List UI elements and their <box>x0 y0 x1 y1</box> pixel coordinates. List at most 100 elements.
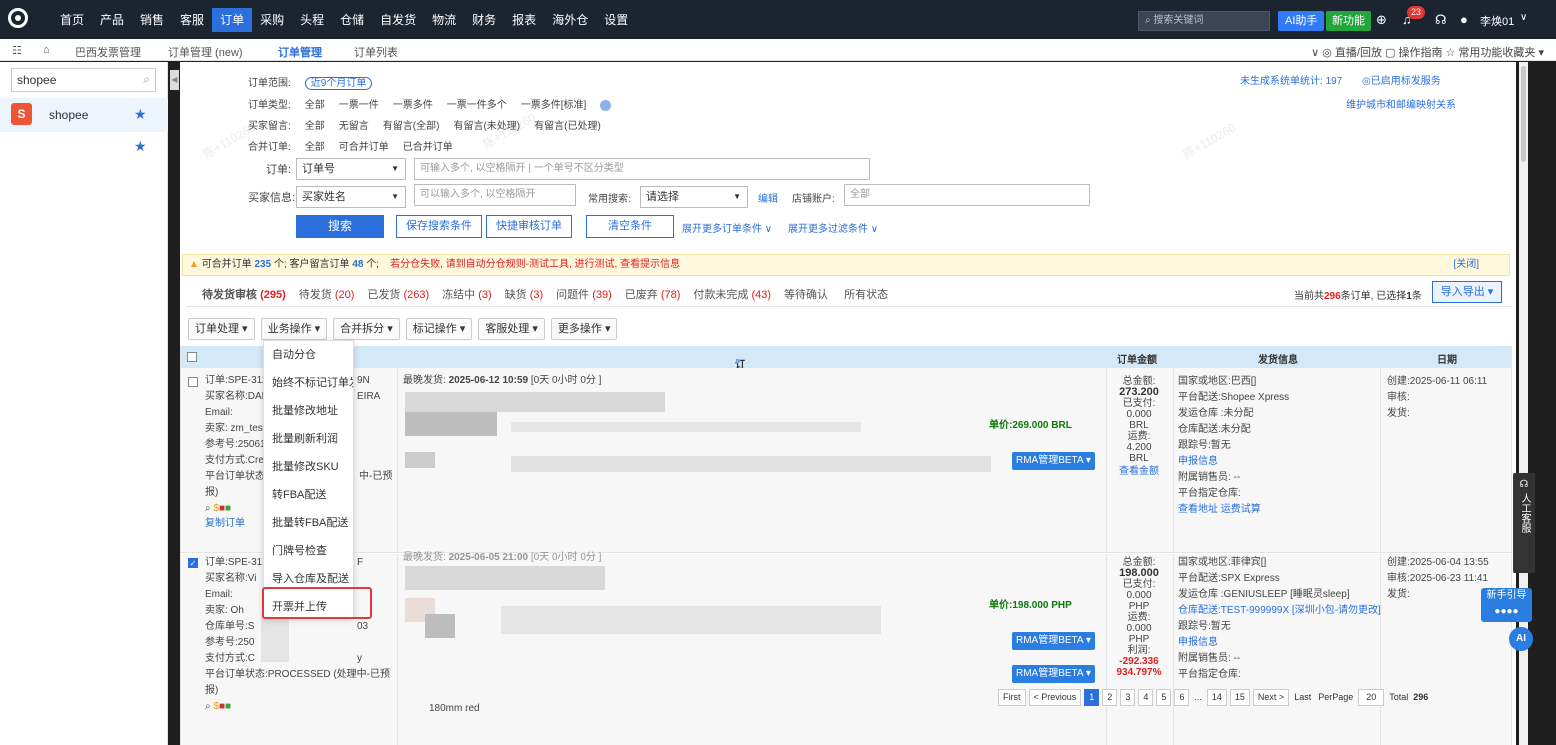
pager-page[interactable]: 3 <box>1120 689 1136 706</box>
search-icon[interactable]: ⌕ <box>143 72 150 87</box>
user-name[interactable]: 李焕01 <box>1480 13 1514 29</box>
menu-item[interactable]: 设置 <box>596 8 636 32</box>
merge-option[interactable]: 已合并订单 <box>403 142 453 153</box>
dropdown-item[interactable]: 门牌号检查 <box>264 537 353 565</box>
dropdown-item[interactable]: 自动分仓 <box>264 341 353 369</box>
msg-option[interactable]: 无留言 <box>339 121 369 132</box>
store-item-shopee[interactable]: S shopee ★ <box>0 98 168 132</box>
dropdown-item[interactable]: 转FBA配送 <box>264 481 353 509</box>
headset-icon[interactable]: ☊ <box>1435 12 1447 28</box>
rma-manage-button[interactable]: RMA管理BETA ▾ <box>1012 665 1095 683</box>
pager-perpage-input[interactable]: 20 <box>1358 689 1385 706</box>
menu-item[interactable]: 自发货 <box>372 8 424 32</box>
pager-last[interactable]: Last <box>1292 690 1313 707</box>
clear-conditions-button[interactable]: 清空条件 <box>586 215 674 238</box>
menu-item[interactable]: 产品 <box>92 8 132 32</box>
status-tab[interactable]: 缺货 (3) <box>505 289 544 301</box>
more-ops-button[interactable]: 更多操作 ▾ <box>550 318 618 340</box>
dropdown-item[interactable]: 始终不标记订单发 <box>264 369 353 397</box>
more-order-conditions-link[interactable]: 展开更多订单条件 ∨ <box>682 220 772 235</box>
menu-item[interactable]: 订单 <box>212 8 253 32</box>
sidebar-collapse-button[interactable]: ◀ <box>170 70 179 90</box>
dropdown-item[interactable]: 批量转FBA配送 <box>264 509 353 537</box>
menu-item[interactable]: 报表 <box>504 8 544 32</box>
msg-option[interactable]: 有留言(已处理) <box>534 121 601 132</box>
quick-review-button[interactable]: 快捷审核订单 <box>486 215 572 238</box>
status-tab[interactable]: 冻结中 (3) <box>442 289 492 301</box>
close-warning-button[interactable]: [关闭] <box>1453 255 1479 275</box>
merge-split-button[interactable]: 合并拆分 ▾ <box>333 318 400 340</box>
status-tab[interactable]: 等待确认 <box>784 289 831 301</box>
pager-page[interactable]: 6 <box>1174 689 1190 706</box>
menu-item[interactable]: 财务 <box>464 8 504 32</box>
scrollbar-thumb[interactable] <box>1521 66 1526 162</box>
city-zip-mapping-link[interactable]: 维护城市和邮编映射关系 <box>1346 96 1456 111</box>
row-checkbox[interactable] <box>188 377 198 387</box>
tab-order-list[interactable]: 订单列表 <box>354 44 398 60</box>
status-tab[interactable]: 已发货 (263) <box>367 289 429 301</box>
unsynced-stat[interactable]: 未生成系统单统计: 197 <box>1240 72 1342 87</box>
search-icon[interactable]: ⌕ <box>205 503 211 514</box>
order-processing-button[interactable]: 订单处理 ▾ <box>188 318 255 340</box>
amount-line[interactable]: 查看金额 <box>1106 466 1172 477</box>
customer-service-button[interactable]: ☊ 人工客服 <box>1513 473 1535 573</box>
ai-float-button[interactable]: AI <box>1509 627 1533 651</box>
pager-page[interactable]: 1 <box>1084 689 1100 706</box>
row-checkbox-checked[interactable]: ✓ <box>188 558 198 568</box>
more-filter-conditions-link[interactable]: 展开更多过滤条件 ∨ <box>788 220 878 235</box>
store-account-input[interactable]: 全部 <box>844 184 1090 206</box>
tab-order-new[interactable]: 订单管理 (new) <box>168 44 243 60</box>
cs-handling-button[interactable]: 客服处理 ▾ <box>478 318 545 340</box>
download-icon[interactable]: ⊕ <box>1376 12 1387 28</box>
home-icon[interactable]: ⌂ <box>43 44 50 56</box>
pager-next[interactable]: Next > <box>1252 689 1290 706</box>
copy-order-link[interactable]: 复制订单 <box>205 516 245 532</box>
pager-first[interactable]: First <box>998 689 1026 706</box>
global-search-input[interactable]: ⌕ 搜索关键词 <box>1138 11 1270 31</box>
app-logo-icon[interactable] <box>8 8 28 28</box>
type-option[interactable]: 一票一件 <box>339 100 379 111</box>
business-ops-button[interactable]: 业务操作 ▾ <box>260 318 328 340</box>
status-tab[interactable]: 付款未完成 (43) <box>693 289 771 301</box>
pager-page[interactable]: 5 <box>1156 689 1172 706</box>
subbar-right-links[interactable]: ∨ ◎ 直播/回放 ▢ 操作指南 ☆ 常用功能收藏夹 ▾ <box>1311 44 1544 60</box>
order-type-select[interactable]: 订单号 ▼ <box>296 158 406 180</box>
row-action-icons[interactable]: ⌕ $■■ <box>205 699 231 715</box>
menu-item[interactable]: 采购 <box>252 8 292 32</box>
mark-ops-button[interactable]: 标记操作 ▾ <box>405 318 473 340</box>
tag-icon[interactable]: ■ <box>225 701 231 712</box>
menu-item[interactable]: 客服 <box>172 8 212 32</box>
range-option[interactable]: 近9个月订单 <box>304 77 373 90</box>
common-search-select[interactable]: 请选择 ▼ <box>640 186 748 208</box>
msg-option[interactable]: 有留言(全部) <box>383 121 440 132</box>
tag-icon[interactable]: ■ <box>225 503 231 514</box>
dropdown-item[interactable]: 批量修改地址 <box>264 397 353 425</box>
ai-assistant-button[interactable]: AI助手 <box>1278 11 1325 31</box>
service-enabled[interactable]: ◎已启用标发服务 <box>1362 72 1441 87</box>
dropdown-item[interactable]: 批量修改SKU <box>264 453 353 481</box>
save-search-button[interactable]: 保存搜索条件 <box>396 215 482 238</box>
store-search-input[interactable]: shopee ⌕ <box>11 68 156 92</box>
merge-option[interactable]: 全部 <box>305 142 325 153</box>
pager-page[interactable]: 4 <box>1138 689 1154 706</box>
table-row[interactable]: 订单:SPE-311 买家名称:DAN Email: 卖家: zm_test 参考号:2… <box>181 368 1511 553</box>
star-icon[interactable]: ★ <box>134 106 147 123</box>
avatar-icon[interactable]: ● <box>1460 12 1468 27</box>
apps-grid-icon[interactable]: ☷ <box>12 44 22 57</box>
search-button[interactable]: 搜索 <box>296 215 384 238</box>
type-option[interactable]: 一票多件 <box>393 100 433 111</box>
pager-page[interactable]: 2 <box>1102 689 1118 706</box>
new-features-button[interactable]: 新功能 <box>1326 11 1371 31</box>
select-all-checkbox[interactable] <box>187 352 197 362</box>
status-tab[interactable]: 已废弃 (78) <box>625 289 681 301</box>
type-option[interactable]: 一票一件多个 <box>447 100 507 111</box>
menu-item[interactable]: 首页 <box>52 8 92 32</box>
status-tab[interactable]: 所有状态 <box>844 289 888 301</box>
merge-option[interactable]: 可合并订单 <box>339 142 389 153</box>
order-number-input[interactable]: 可输入多个, 以空格隔开 | 一个单号不区分类型 <box>414 158 870 180</box>
dropdown-item[interactable]: 批量刷新利润 <box>264 425 353 453</box>
message-count[interactable]: 48 <box>352 259 363 270</box>
menu-item[interactable]: 销售 <box>132 8 172 32</box>
type-option[interactable]: 全部 <box>305 100 325 111</box>
row-action-icons[interactable]: ⌕ $■■ <box>205 501 231 517</box>
